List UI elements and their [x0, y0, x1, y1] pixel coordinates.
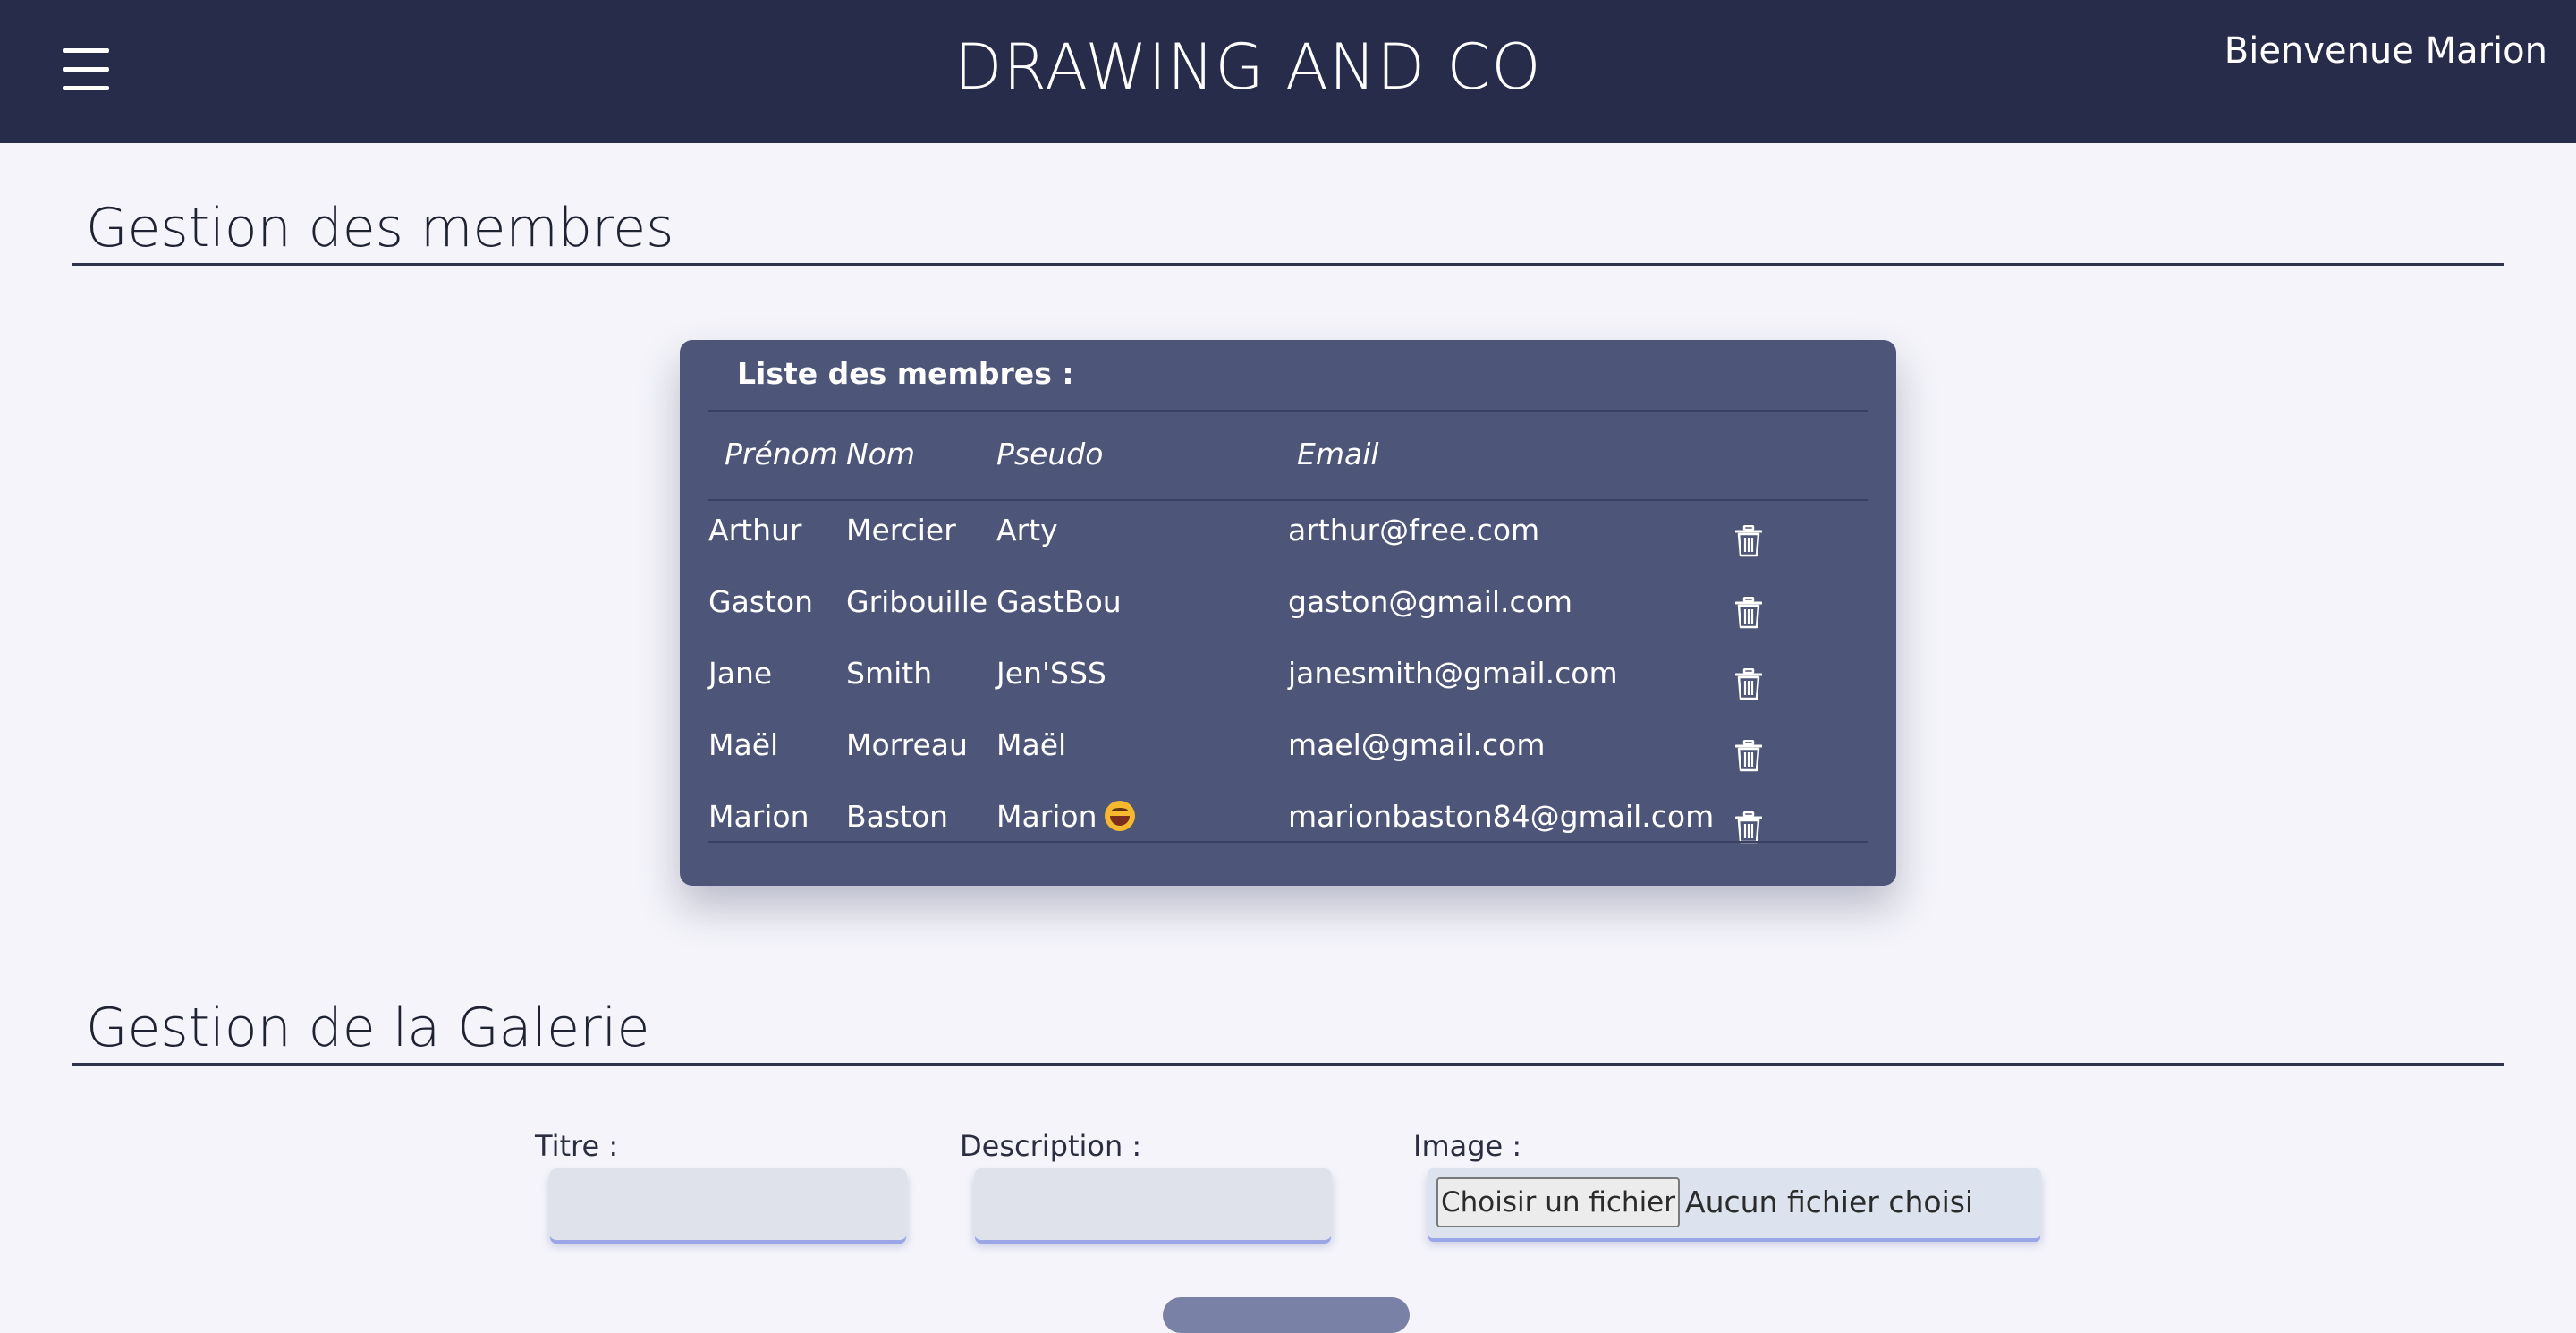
choose-file-button[interactable]: Choisir un fichier	[1436, 1177, 1680, 1227]
cell-pseudo-text: GastBou	[996, 584, 1122, 619]
members-list-title: Liste des membres :	[737, 356, 1074, 391]
column-header-prenom: Prénom	[724, 437, 839, 471]
member-row: Marion Baston Marion marionbaston84@gmail.c…	[680, 799, 1896, 870]
member-row: Maël Morreau Maël mael@gmail.com	[680, 727, 1896, 799]
cell-nom-text: Gribouille	[846, 584, 988, 619]
cell-prenom: Marion	[708, 799, 809, 834]
cell-nom-text: Morreau	[846, 727, 968, 762]
member-row: Jane Smith Jen'SSS janesmith@gmail.com	[680, 656, 1896, 727]
titre-label: Titre :	[535, 1129, 619, 1163]
trash-icon[interactable]	[1735, 740, 1762, 772]
grinning-emoji-icon	[1104, 801, 1135, 831]
cell-email-text: mael@gmail.com	[1288, 727, 1546, 762]
cell-prenom: Gaston	[708, 584, 813, 619]
cell-prenom-text: Gaston	[708, 584, 814, 619]
cell-prenom-text: Arthur	[708, 513, 802, 548]
cell-email: janesmith@gmail.com	[1288, 656, 1618, 691]
column-header-pseudo: Pseudo	[996, 437, 1104, 471]
members-list-card: Liste des membres : Prénom Nom Pseudo Em…	[680, 340, 1896, 886]
cell-nom-text: Smith	[846, 656, 933, 691]
submit-button[interactable]	[1163, 1297, 1410, 1333]
description-input[interactable]	[974, 1168, 1332, 1240]
file-status-text: Aucun fichier choisi	[1685, 1184, 1974, 1219]
cell-email-text: arthur@free.com	[1288, 513, 1540, 548]
image-label: Image :	[1413, 1129, 1522, 1163]
cell-pseudo: Maël	[996, 727, 1066, 762]
cell-pseudo-text: Maël	[996, 727, 1067, 762]
cell-pseudo-text: Jen'SSS	[996, 656, 1106, 691]
gallery-section-title: Gestion de la Galerie	[86, 997, 650, 1059]
top-header: DRAWING AND CO Bienvenue Marion	[0, 0, 2576, 143]
image-file-input[interactable]: Choisir un fichier Aucun fichier choisi	[1428, 1168, 2041, 1238]
member-row: Gaston Gribouille GastBou gaston@gmail.com	[680, 584, 1896, 656]
welcome-message: Bienvenue Marion	[2224, 30, 2547, 72]
cell-email: arthur@free.com	[1288, 513, 1539, 548]
cell-nom: Morreau	[846, 727, 968, 762]
trash-icon[interactable]	[1735, 811, 1762, 844]
titre-input[interactable]	[549, 1168, 907, 1240]
card-title-divider	[708, 410, 1868, 412]
cell-prenom-text: Marion	[708, 799, 809, 834]
cell-nom: Gribouille	[846, 584, 987, 619]
cell-prenom-text: Maël	[708, 727, 779, 762]
cell-pseudo: Jen'SSS	[996, 656, 1106, 691]
cell-email-text: gaston@gmail.com	[1288, 584, 1573, 619]
table-header-divider	[708, 499, 1868, 501]
cell-pseudo: GastBou	[996, 584, 1122, 619]
cell-prenom: Maël	[708, 727, 778, 762]
cell-pseudo: Marion	[996, 799, 1135, 834]
cell-nom: Baston	[846, 799, 948, 834]
cell-email-text: marionbaston84@gmail.com	[1288, 799, 1715, 834]
cell-pseudo: Arty	[996, 513, 1058, 548]
cell-nom: Smith	[846, 656, 932, 691]
cell-email: gaston@gmail.com	[1288, 584, 1572, 619]
trash-icon[interactable]	[1735, 525, 1762, 557]
cell-prenom-text: Jane	[708, 656, 773, 691]
description-label: Description :	[960, 1129, 1142, 1163]
site-title: DRAWING AND CO	[953, 30, 1542, 104]
cell-nom: Mercier	[846, 513, 956, 548]
member-row: Arthur Mercier Arty arthur@free.com	[680, 513, 1896, 584]
cell-prenom: Arthur	[708, 513, 801, 548]
cell-email-text: janesmith@gmail.com	[1288, 656, 1618, 691]
cell-prenom: Jane	[708, 656, 772, 691]
cell-email: mael@gmail.com	[1288, 727, 1545, 762]
trash-icon[interactable]	[1735, 597, 1762, 629]
gallery-section-divider	[72, 1063, 2504, 1066]
column-header-email: Email	[1297, 437, 1379, 471]
members-section-divider	[72, 263, 2504, 266]
cell-nom-text: Mercier	[846, 513, 956, 548]
trash-icon[interactable]	[1735, 668, 1762, 700]
members-section-title: Gestion des membres	[86, 197, 674, 259]
cell-nom-text: Baston	[846, 799, 949, 834]
cell-email: marionbaston84@gmail.com	[1288, 799, 1714, 834]
cell-pseudo-text: Marion	[996, 799, 1097, 834]
column-header-nom: Nom	[846, 437, 916, 471]
cell-pseudo-text: Arty	[996, 513, 1058, 548]
table-bottom-divider	[708, 841, 1868, 843]
